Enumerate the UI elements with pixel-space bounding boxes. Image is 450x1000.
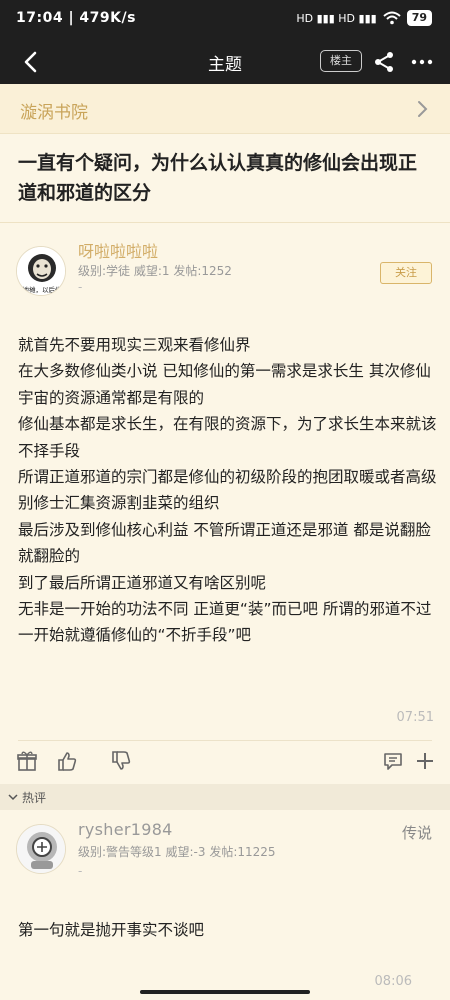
comment-text: 第一句就是抛开事实不谈吧 xyxy=(18,921,205,939)
gift-icon[interactable] xyxy=(16,750,38,772)
battery-indicator: 79 xyxy=(406,10,432,26)
divider xyxy=(0,222,450,223)
post-line: 在大多数修仙类小说 已知修仙的第一需求是求长生 其次修仙宇宙的资源通常都是有限的 xyxy=(18,362,431,407)
thumbs-up-icon[interactable] xyxy=(56,750,78,772)
commenter-avatar[interactable] xyxy=(16,824,66,874)
more-options-icon[interactable] xyxy=(410,50,434,74)
thread-title: 一直有个疑问，为什么认认真真的修仙会出现正道和邪道的区分 xyxy=(18,152,418,204)
signal-icon: HD ▮▮▮ HD ▮▮▮ xyxy=(296,11,377,25)
commenter-signature: - xyxy=(78,864,83,878)
forum-link-bar[interactable]: 漩涡书院 xyxy=(0,84,450,134)
hot-comments-bar[interactable]: 热评 xyxy=(0,784,450,810)
status-time: 17:04 | 479K/s xyxy=(16,10,136,26)
post-body: 就首先不要用现实三观来看修仙界 在大多数修仙类小说 已知修仙的第一需求是求长生 … xyxy=(18,332,438,649)
comment-icon[interactable] xyxy=(382,750,404,772)
commenter-meta: 级别:警告等级1 威望:-3 发帖:11225 xyxy=(78,845,276,859)
follow-button[interactable]: 关注 xyxy=(380,262,432,284)
post-actions xyxy=(0,746,450,780)
post-author-header: 地摊，以后你 呀啦啦啦啦 级别:学徒 威望:1 发帖:1252 - 关注 xyxy=(0,230,450,310)
author-avatar[interactable]: 地摊，以后你 xyxy=(16,246,66,296)
meme-face-icon: 地摊，以后你 xyxy=(17,247,65,295)
top-nav-bar: 主题 楼主 xyxy=(0,38,450,84)
diving-helmet-icon xyxy=(17,825,65,873)
hot-comments-label: 热评 xyxy=(22,791,47,805)
post-line: 所谓正道邪道的宗门都是修仙的初级阶段的抱团取暖或者高级别修士汇集资源割韭菜的组织 xyxy=(18,468,437,513)
plus-icon[interactable] xyxy=(414,750,436,772)
author-signature: - xyxy=(78,280,83,294)
post-line: 最后涉及到修仙核心利益 不管所谓正道还是邪道 都是说翻脸就翻脸的 xyxy=(18,520,431,566)
thumbs-down-icon[interactable] xyxy=(110,750,132,772)
commenter-name[interactable]: rysher1984 xyxy=(78,820,173,839)
post-line: 无非是一开始的功法不同 正道更“装”而已吧 所谓的邪道不过一开始就遵循修仙的“不… xyxy=(18,600,432,645)
commenter-badge: 传说 xyxy=(401,824,432,842)
wifi-icon xyxy=(383,11,401,25)
chevron-right-icon xyxy=(418,101,428,117)
divider xyxy=(18,740,432,741)
comment-time: 08:06 xyxy=(374,974,412,989)
forum-name: 漩涡书院 xyxy=(20,103,88,123)
status-icons: HD ▮▮▮ HD ▮▮▮ 79 xyxy=(296,10,432,26)
author-meta: 级别:学徒 威望:1 发帖:1252 xyxy=(78,264,232,278)
post-line: 修仙基本都是求长生，在有限的资源下，为了求长生本来就该不择手段 xyxy=(18,415,437,460)
author-name[interactable]: 呀啦啦啦啦 xyxy=(78,238,158,262)
post-time: 07:51 xyxy=(396,710,434,725)
avatar-caption: 地摊，以后你 xyxy=(23,285,63,294)
home-indicator[interactable] xyxy=(140,990,310,994)
status-bar: 17:04 | 479K/s HD ▮▮▮ HD ▮▮▮ 79 xyxy=(0,0,450,38)
owner-only-button[interactable]: 楼主 xyxy=(320,50,362,72)
share-icon[interactable] xyxy=(372,50,396,74)
post-line: 就首先不要用现实三观来看修仙界 xyxy=(18,336,251,354)
comment-author-header: rysher1984 级别:警告等级1 威望:-3 发帖:11225 - 传说 xyxy=(0,816,450,886)
post-line: 到了最后所谓正道邪道又有啥区别呢 xyxy=(18,573,267,592)
chevron-down-icon xyxy=(8,794,18,801)
